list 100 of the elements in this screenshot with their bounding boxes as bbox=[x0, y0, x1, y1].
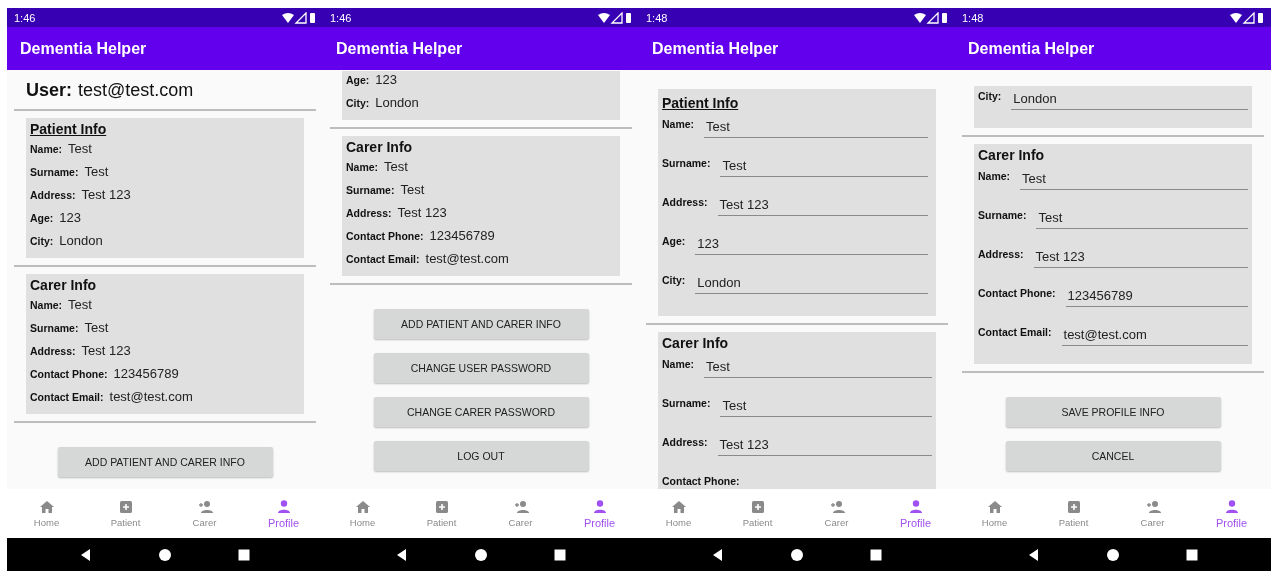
input-field[interactable]: Test bbox=[1020, 167, 1248, 190]
section-title: Carer Info bbox=[662, 335, 730, 351]
action-button[interactable]: CHANGE USER PASSWORD bbox=[373, 353, 589, 383]
app-title: Dementia Helper bbox=[968, 39, 1095, 58]
nav-tab[interactable]: Patient bbox=[402, 489, 481, 538]
input-field[interactable]: Test bbox=[704, 115, 928, 138]
app-title: Dementia Helper bbox=[336, 39, 463, 58]
nav-tab[interactable]: Home bbox=[7, 489, 86, 538]
field-label: Contact Phone: bbox=[346, 230, 424, 242]
field-value: London bbox=[59, 233, 103, 248]
plus-square-icon bbox=[433, 499, 450, 515]
input-field[interactable]: Test 123 bbox=[1033, 245, 1248, 268]
field-label: Name: bbox=[30, 299, 63, 311]
nav-tab[interactable]: Patient bbox=[1034, 489, 1113, 538]
field-label: Address: bbox=[346, 207, 392, 219]
section-title: Carer Info bbox=[346, 139, 414, 155]
field-label: Contact Phone: bbox=[30, 368, 108, 380]
nav-tab[interactable]: Home bbox=[323, 489, 402, 538]
input-field[interactable]: Test bbox=[720, 154, 928, 177]
status-icons bbox=[281, 11, 317, 24]
field-value: Test 123 bbox=[81, 187, 131, 202]
person-add-icon bbox=[828, 499, 845, 515]
field-label: Name: bbox=[346, 161, 379, 173]
home-icon bbox=[670, 499, 687, 515]
input-field[interactable]: Test bbox=[720, 394, 932, 417]
input-field[interactable]: Test 123 bbox=[717, 193, 928, 216]
field-value: 123 bbox=[59, 210, 82, 225]
field-label: Contact Email: bbox=[30, 391, 104, 403]
home-circle-icon[interactable] bbox=[790, 547, 804, 562]
nav-tab[interactable]: Profile bbox=[1192, 489, 1271, 538]
input-field[interactable]: London bbox=[695, 271, 928, 294]
status-icons bbox=[597, 11, 633, 24]
plus-square-icon bbox=[749, 499, 766, 515]
recents-square-icon[interactable] bbox=[868, 547, 883, 562]
field-label: Contact Email: bbox=[346, 253, 420, 265]
field-label: Name: bbox=[662, 357, 695, 370]
field-label: City: bbox=[346, 97, 370, 109]
nav-tab[interactable]: Carer bbox=[797, 489, 876, 538]
field-value: Test 123 bbox=[397, 205, 447, 220]
home-icon bbox=[354, 499, 371, 515]
field-value: 123456789 bbox=[113, 366, 179, 381]
action-button[interactable]: CANCEL bbox=[1005, 441, 1221, 471]
input-field[interactable]: 123 bbox=[695, 232, 928, 255]
field-label: Surname: bbox=[662, 156, 711, 169]
field-label: Contact Phone: bbox=[978, 286, 1056, 299]
nav-tab[interactable]: Profile bbox=[560, 489, 639, 538]
nav-tab[interactable]: Carer bbox=[1113, 489, 1192, 538]
field-label: Name: bbox=[30, 143, 63, 155]
field-label: Contact Phone: bbox=[662, 474, 740, 487]
nav-tab[interactable]: Carer bbox=[481, 489, 560, 538]
input-field[interactable]: Test bbox=[1036, 206, 1248, 229]
field-value: London bbox=[375, 95, 419, 110]
status-time: 1:48 bbox=[646, 11, 668, 24]
field-value: Test bbox=[400, 182, 425, 197]
field-value: Test bbox=[84, 320, 109, 335]
person-add-icon bbox=[512, 499, 529, 515]
nav-tab[interactable]: Home bbox=[955, 489, 1034, 538]
field-value: test@test.com bbox=[425, 251, 509, 266]
input-field[interactable]: London bbox=[1011, 87, 1248, 110]
field-value: Test bbox=[84, 164, 109, 179]
field-value: Test bbox=[68, 141, 92, 156]
field-label: City: bbox=[30, 235, 54, 247]
home-circle-icon[interactable] bbox=[158, 547, 172, 562]
nav-tab[interactable]: Profile bbox=[244, 489, 323, 538]
user-email: test@test.com bbox=[78, 80, 194, 100]
field-value: test@test.com bbox=[109, 389, 193, 404]
nav-tab[interactable]: Carer bbox=[165, 489, 244, 538]
home-circle-icon[interactable] bbox=[474, 547, 488, 562]
recents-square-icon[interactable] bbox=[552, 547, 567, 562]
home-circle-icon[interactable] bbox=[1106, 547, 1120, 562]
nav-tab[interactable]: Patient bbox=[86, 489, 165, 538]
nav-tab[interactable]: Patient bbox=[718, 489, 797, 538]
field-label: Surname: bbox=[978, 208, 1027, 221]
person-add-icon bbox=[196, 499, 213, 515]
action-button[interactable]: ADD PATIENT AND CARER INFO bbox=[57, 447, 273, 477]
person-icon bbox=[275, 498, 292, 515]
input-field[interactable]: Test 123 bbox=[717, 433, 932, 456]
nav-tab[interactable]: Profile bbox=[876, 489, 955, 538]
field-value: 123456789 bbox=[429, 228, 495, 243]
recents-square-icon[interactable] bbox=[1184, 547, 1199, 562]
action-button[interactable]: LOG OUT bbox=[373, 441, 589, 471]
field-value: Test bbox=[68, 297, 92, 312]
status-time: 1:48 bbox=[962, 11, 984, 24]
input-field[interactable]: 123456789 bbox=[1065, 284, 1248, 307]
action-button[interactable]: SAVE PROFILE INFO bbox=[1005, 397, 1221, 427]
input-field[interactable]: test@test.com bbox=[1061, 323, 1248, 346]
section-title: Patient Info bbox=[662, 95, 740, 111]
person-icon bbox=[907, 498, 924, 515]
home-icon bbox=[986, 499, 1003, 515]
recents-square-icon[interactable] bbox=[236, 547, 251, 562]
person-add-icon bbox=[1144, 499, 1161, 515]
field-label: Name: bbox=[662, 117, 695, 130]
action-button[interactable]: ADD PATIENT AND CARER INFO bbox=[373, 309, 589, 339]
action-button[interactable]: CHANGE CARER PASSWORD bbox=[373, 397, 589, 427]
nav-tab[interactable]: Home bbox=[639, 489, 718, 538]
status-time: 1:46 bbox=[330, 11, 352, 24]
home-icon bbox=[38, 499, 55, 515]
status-icons bbox=[1229, 11, 1265, 24]
field-label: Address: bbox=[30, 345, 76, 357]
input-field[interactable]: Test bbox=[704, 355, 932, 378]
